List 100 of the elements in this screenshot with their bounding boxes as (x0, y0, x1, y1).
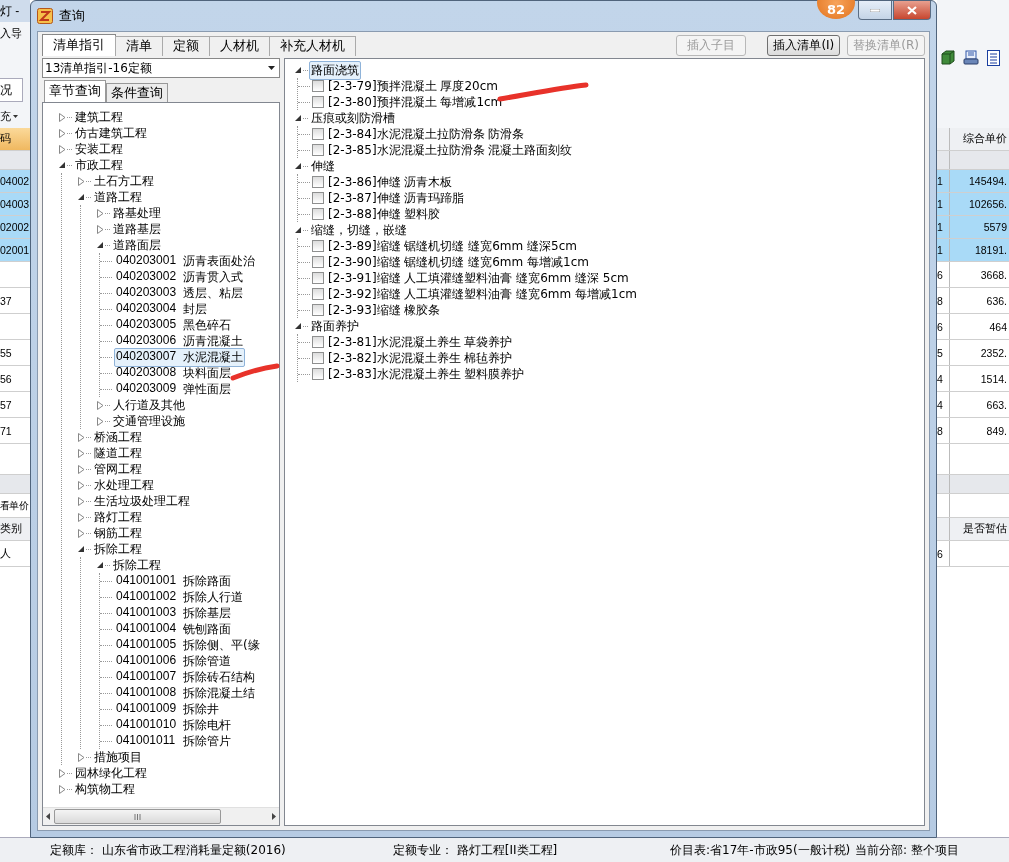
pen-stroke (230, 363, 280, 381)
library-dropdown[interactable]: 13清单指引-16定额 (42, 58, 280, 78)
table-cell: 02002 (0, 216, 30, 239)
caret-icon[interactable] (76, 192, 85, 202)
table-cell: 04002 (0, 170, 30, 193)
quota-item[interactable]: [2-3-90]缩缝 锯缝机切缝 缝宽6mm 每增减1cm (328, 253, 589, 271)
toolbar-label[interactable]: 入导 (0, 22, 30, 44)
table-cell: 2352. (980, 346, 1007, 359)
printer-icon[interactable] (963, 50, 979, 66)
quota-item[interactable]: [2-3-84]水泥混凝土拉防滑条 防滑条 (328, 125, 525, 143)
status-text: 定额专业： 路灯工程[II类工程] (393, 841, 559, 859)
table-cell: 145494. (969, 175, 1007, 187)
caret-icon[interactable] (95, 240, 104, 250)
table-cell: 849. (986, 424, 1007, 437)
table-cell: 102656. (969, 198, 1007, 210)
group-label[interactable]: 路面浇筑 (309, 60, 361, 80)
checkbox[interactable] (312, 288, 324, 300)
minimize-icon (870, 8, 880, 12)
tab[interactable]: 条件查询 (106, 83, 168, 102)
status-text: 当前分部: 整个项目 (855, 841, 959, 859)
caret-icon[interactable] (293, 161, 302, 171)
checkbox[interactable] (312, 208, 324, 220)
checkbox[interactable] (312, 352, 324, 364)
close-button[interactable] (893, 1, 931, 20)
quota-item[interactable]: [2-3-89]缩缝 锯缝机切缝 缝宽6mm 缝深5cm (328, 237, 577, 255)
table-cell: 1 (937, 175, 943, 187)
group-label[interactable]: 缩缝，切缝，嵌缝 (309, 220, 409, 240)
quota-item[interactable]: [2-3-83]水泥混凝土养生 塑料膜养护 (328, 365, 525, 383)
checkbox[interactable] (312, 80, 324, 92)
caret-icon[interactable] (293, 113, 302, 123)
quota-item[interactable]: [2-3-79]预拌混凝土 厚度20cm (328, 77, 498, 95)
quota-item[interactable]: [2-3-93]缩缝 橡胶条 (328, 301, 441, 319)
window-title: 灯 - (0, 0, 30, 22)
table-cell: 是否暂估 (963, 522, 1007, 534)
table-cell: 6 (937, 268, 943, 281)
cube-icon[interactable] (941, 50, 955, 65)
table-cell: 6 (937, 320, 943, 333)
dropdown-label[interactable]: 充 (0, 108, 11, 124)
checkbox[interactable] (312, 96, 324, 108)
table-cell: 5579 (983, 221, 1007, 233)
quota-item[interactable]: [2-3-91]缩缝 人工填灌缝塑料油膏 缝宽6mm 缝深 5cm (328, 269, 629, 287)
checkbox[interactable] (312, 304, 324, 316)
caret-icon (268, 66, 275, 70)
quota-item[interactable]: [2-3-81]水泥混凝土养生 草袋养护 (328, 333, 513, 351)
checkbox[interactable] (312, 144, 324, 156)
quota-item[interactable]: [2-3-85]水泥混凝土拉防滑条 混凝土路面刻纹 (328, 141, 573, 159)
status-text: 价目表:省17年-市政95(一般计税) (670, 841, 852, 859)
checkbox[interactable] (312, 128, 324, 140)
checkbox[interactable] (312, 336, 324, 348)
tab[interactable]: 况 (0, 78, 23, 102)
notification-badge: 82 (817, 0, 855, 19)
arrow-right-icon[interactable] (272, 813, 276, 820)
minimize-button[interactable] (858, 1, 892, 20)
checkbox[interactable] (312, 176, 324, 188)
table-cell: 1 (937, 198, 943, 210)
list-icon[interactable] (987, 50, 1000, 66)
tab[interactable]: 清单指引 (42, 34, 116, 56)
action-button[interactable]: 插入清单(I) (767, 35, 841, 56)
quota-item[interactable]: [2-3-86]伸缝 沥青木板 (328, 173, 453, 191)
table-cell: 8 (937, 294, 943, 307)
quota-item[interactable]: [2-3-82]水泥混凝土养生 棉毡养护 (328, 349, 513, 367)
status-text: 定额库： 山东省市政工程消耗量定额(2016) (50, 841, 287, 859)
table-cell: 类别 (0, 518, 30, 541)
group-label[interactable]: 路面养护 (309, 316, 361, 336)
tab[interactable]: 补充人材机 (269, 36, 356, 56)
table-cell: 4 (937, 398, 943, 411)
quota-item[interactable]: [2-3-87]伸缝 沥青玛蹄脂 (328, 189, 465, 207)
table-cell: 636. (986, 294, 1007, 307)
checkbox[interactable] (312, 256, 324, 268)
table-cell: 码 (0, 128, 30, 151)
table-cell: 02001 (0, 239, 30, 262)
dialog-title: 查询 (59, 7, 85, 25)
caret-icon[interactable] (293, 65, 302, 75)
table-cell: 6 (937, 547, 943, 560)
group-label[interactable]: 压痕或刻防滑槽 (309, 108, 397, 128)
checkbox[interactable] (312, 240, 324, 252)
quota-item[interactable]: [2-3-88]伸缝 塑料胶 (328, 205, 441, 223)
table-cell: 4 (937, 372, 943, 385)
tree-item[interactable]: 040203007 水泥混凝土 (114, 347, 245, 367)
caret-icon[interactable] (293, 225, 302, 235)
caret-icon[interactable] (293, 321, 302, 331)
table-cell: 3668. (980, 268, 1007, 281)
tab[interactable]: 清单 (115, 36, 163, 56)
table-cell (0, 151, 30, 170)
app-icon (37, 8, 53, 24)
tab[interactable]: 章节查询 (44, 80, 106, 102)
table-cell: 18191. (974, 244, 1007, 256)
caret-icon[interactable] (76, 544, 85, 554)
quota-item[interactable]: [2-3-92]缩缝 人工填灌缝塑料油膏 缝宽6mm 每增减1cm (328, 285, 637, 303)
caret-icon[interactable] (57, 160, 66, 170)
group-label[interactable]: 伸缝 (309, 156, 337, 176)
caret-icon[interactable] (13, 114, 18, 118)
table-cell (0, 475, 30, 494)
table-cell: 464 (989, 320, 1007, 333)
arrow-left-icon[interactable] (46, 813, 50, 820)
caret-icon[interactable] (95, 560, 104, 570)
checkbox[interactable] (312, 272, 324, 284)
horizontal-scrollbar[interactable] (43, 807, 279, 825)
checkbox[interactable] (312, 192, 324, 204)
checkbox[interactable] (312, 368, 324, 380)
